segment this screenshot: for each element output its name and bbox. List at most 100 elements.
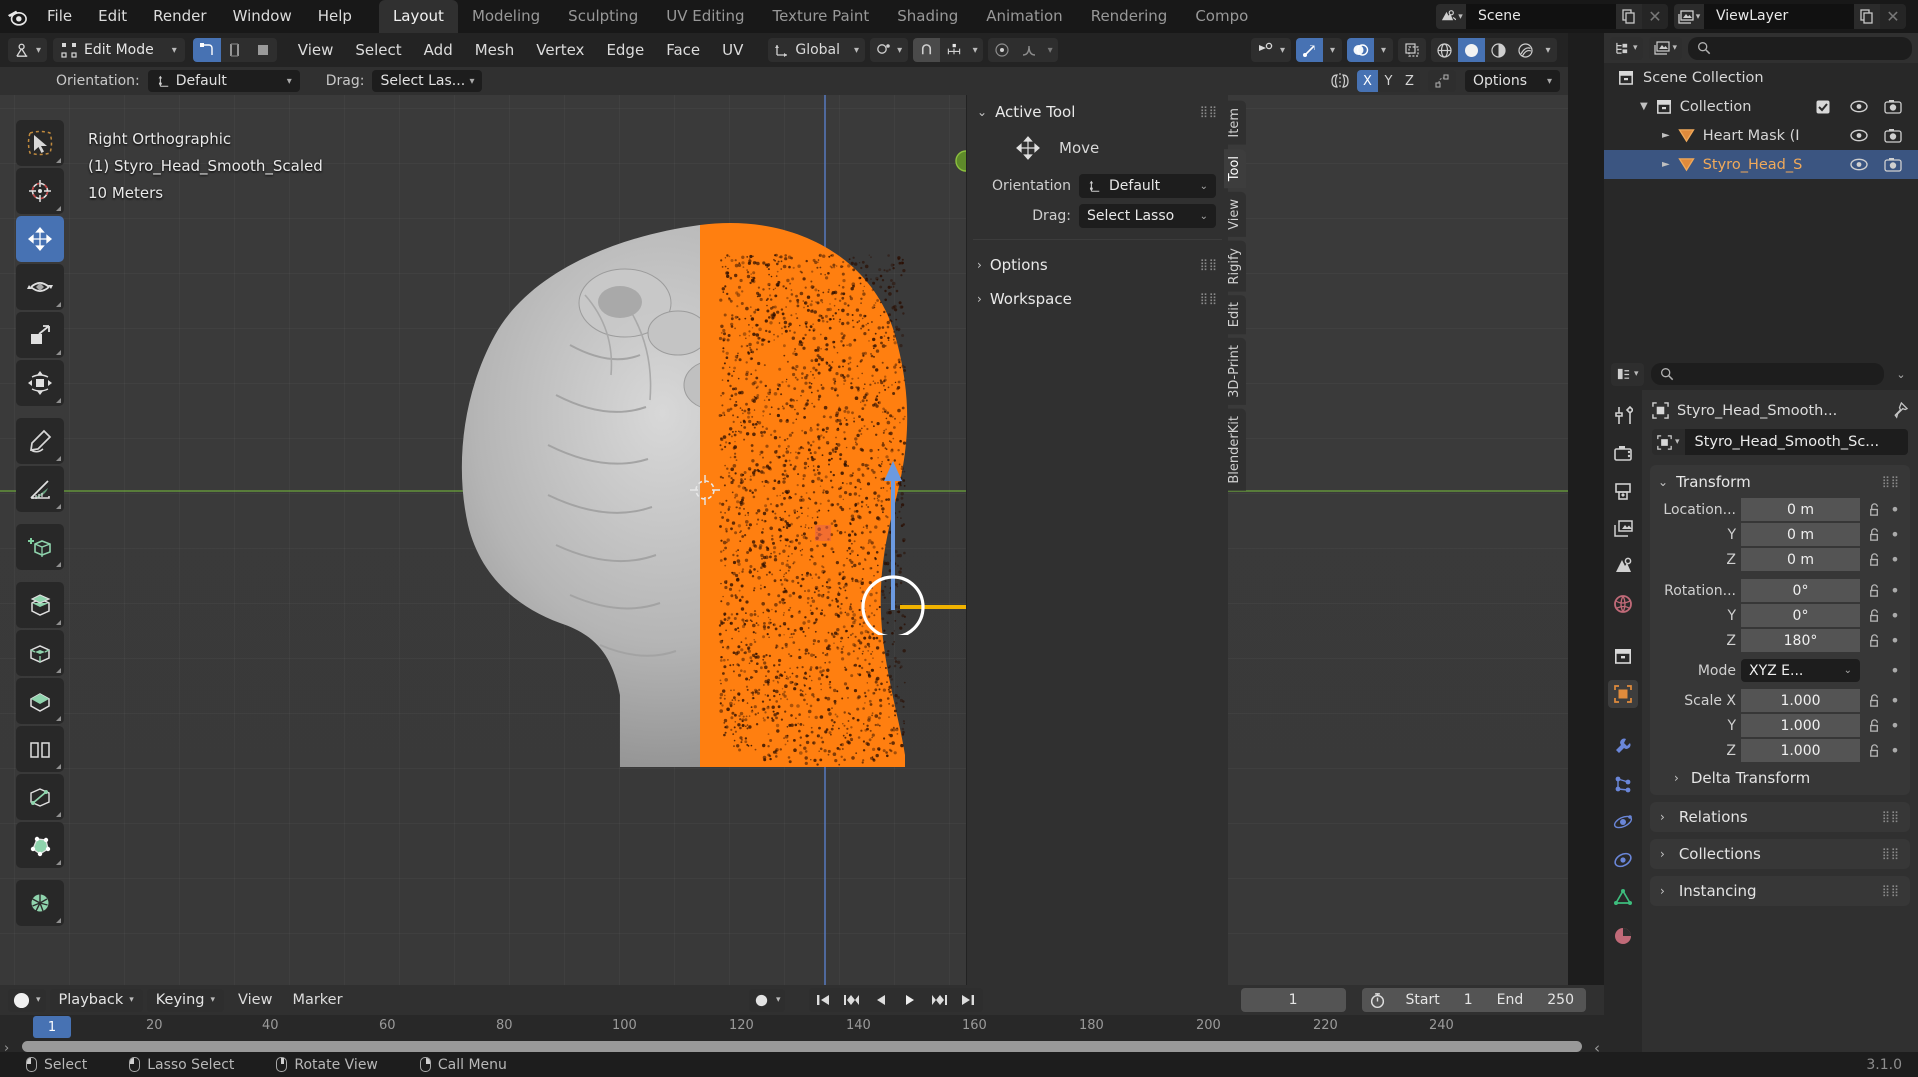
delete-viewlayer-button[interactable]: ✕ — [1880, 4, 1906, 29]
panel-collections[interactable]: ›Collections⣿⣿ — [1650, 839, 1910, 869]
viewport-menu-vertex[interactable]: Vertex — [525, 33, 595, 67]
timeline-scrollbar[interactable] — [22, 1041, 1582, 1052]
scale-2-field[interactable]: 1.000 — [1741, 739, 1860, 762]
vertex-select-icon[interactable] — [193, 38, 221, 62]
outliner-editor-type-button[interactable]: ▾ — [1610, 37, 1643, 60]
outliner-row-scene-collection[interactable]: Scene Collection — [1604, 63, 1918, 92]
keying-dropdown[interactable]: Keying ▾ — [147, 989, 224, 1012]
current-frame-field[interactable]: 1 — [1241, 988, 1346, 1012]
timeline-menu-view[interactable]: View — [228, 985, 282, 1015]
rendered-shading-icon[interactable] — [1512, 38, 1539, 62]
mirror-uv-icon[interactable] — [1428, 70, 1456, 92]
expand-right-icon[interactable]: ► — [1662, 159, 1670, 170]
expand-down-icon[interactable]: ▼ — [1640, 101, 1648, 112]
play-button[interactable] — [896, 988, 925, 1012]
prev-keyframe-button[interactable] — [838, 988, 867, 1012]
n-panel-tab-item[interactable]: Item — [1224, 101, 1246, 145]
transform-1-field[interactable]: 0 m — [1741, 523, 1860, 546]
face-select-icon[interactable] — [249, 38, 277, 62]
properties-render-tab[interactable] — [1608, 438, 1638, 466]
active-tool-panel-header[interactable]: ⌄ Active Tool ⣿⣿ — [967, 95, 1228, 129]
n-panel-tab-tool[interactable]: Tool — [1224, 149, 1246, 188]
hide-eye-icon[interactable] — [1850, 100, 1868, 113]
playback-dropdown[interactable]: Playback ▾ — [50, 989, 143, 1012]
visibility-dropdown[interactable]: ▾ — [1251, 38, 1291, 62]
scene-name[interactable]: Scene — [1466, 4, 1616, 29]
animate-dot-icon[interactable]: • — [1888, 661, 1902, 680]
properties-search-input[interactable] — [1651, 363, 1884, 385]
animate-dot-icon[interactable]: • — [1888, 691, 1902, 710]
mirror-axis-x[interactable]: X — [1357, 70, 1378, 92]
animate-dot-icon[interactable]: • — [1888, 631, 1902, 650]
blender-logo-icon[interactable] — [0, 7, 34, 27]
disable-render-camera-icon[interactable] — [1884, 157, 1902, 172]
lock-icon[interactable] — [1865, 718, 1883, 733]
outliner-search-input[interactable] — [1688, 37, 1912, 60]
properties-scene-tab[interactable] — [1608, 552, 1638, 580]
show-gizmo-icon[interactable] — [1296, 38, 1323, 62]
end-value[interactable]: 250 — [1535, 992, 1586, 1008]
menu-window[interactable]: Window — [220, 0, 305, 33]
lock-icon[interactable] — [1865, 552, 1883, 567]
viewlayer-name[interactable]: ViewLayer — [1704, 4, 1854, 29]
snap-magnet-icon[interactable] — [913, 38, 940, 62]
tool-annotate[interactable] — [16, 418, 64, 464]
new-viewlayer-button[interactable] — [1854, 4, 1880, 29]
tool-extrude-region[interactable] — [16, 582, 64, 628]
transform-orientation-dropdown[interactable]: Global ▾ — [768, 38, 865, 62]
3d-viewport[interactable]: Right Orthographic (1) Styro_Head_Smooth… — [0, 95, 1568, 985]
timeline-menu-marker[interactable]: Marker — [282, 985, 352, 1015]
auto-keying-toggle[interactable]: ▾ — [749, 989, 785, 1012]
transform-0-field[interactable]: 0 m — [1741, 498, 1860, 521]
lock-icon[interactable] — [1865, 633, 1883, 648]
viewlayer-selector[interactable]: ▾ ViewLayer ✕ — [1674, 4, 1906, 29]
workspace-tab-uv-editing[interactable]: UV Editing — [652, 0, 758, 33]
viewport-menu-mesh[interactable]: Mesh — [464, 33, 526, 67]
tool-add-cube[interactable] — [16, 524, 64, 570]
animate-dot-icon[interactable]: • — [1888, 716, 1902, 735]
grip-dots[interactable]: ⣿⣿ — [1200, 109, 1218, 115]
menu-file[interactable]: File — [34, 0, 85, 33]
menu-render[interactable]: Render — [140, 0, 219, 33]
workspace-tab-sculpting[interactable]: Sculpting — [554, 0, 652, 33]
workspace-tab-rendering[interactable]: Rendering — [1077, 0, 1182, 33]
grip-dots[interactable]: ⣿⣿ — [1882, 479, 1900, 485]
workspace-tab-layout[interactable]: Layout — [379, 0, 458, 33]
playhead[interactable]: 1 — [33, 1016, 71, 1038]
gizmo-chevron-icon[interactable]: ▾ — [1323, 38, 1342, 62]
viewport-menu-select[interactable]: Select — [344, 33, 412, 67]
jump-to-start-button[interactable] — [809, 988, 838, 1012]
start-value[interactable]: 1 — [1452, 992, 1485, 1008]
tool-loop-cut[interactable] — [16, 726, 64, 772]
object-type-button[interactable]: ▾ — [1652, 429, 1685, 455]
panel-instancing[interactable]: ›Instancing⣿⣿ — [1650, 876, 1910, 906]
mirror-axis-y[interactable]: Y — [1378, 70, 1399, 92]
mode-selector[interactable]: Edit Mode ▾ — [53, 38, 185, 62]
workspace-tab-shading[interactable]: Shading — [883, 0, 972, 33]
grip-dots[interactable]: ⣿⣿ — [1882, 851, 1900, 857]
scale-0-field[interactable]: 1.000 — [1741, 689, 1860, 712]
tool-poly-build[interactable] — [16, 822, 64, 868]
tool-spin[interactable] — [16, 880, 64, 926]
new-scene-button[interactable] — [1616, 4, 1642, 29]
grip-dots[interactable]: ⣿⣿ — [1882, 814, 1900, 820]
next-keyframe-button[interactable] — [925, 988, 954, 1012]
show-overlays-icon[interactable] — [1347, 38, 1374, 62]
disable-render-camera-icon[interactable] — [1884, 99, 1902, 114]
lock-icon[interactable] — [1865, 693, 1883, 708]
lock-icon[interactable] — [1865, 502, 1883, 517]
properties-view-layer-tab[interactable] — [1608, 514, 1638, 542]
proportional-edit-icon[interactable] — [988, 38, 1015, 62]
workspace-panel-header[interactable]: › Workspace ⣿⣿ — [967, 282, 1228, 316]
menu-edit[interactable]: Edit — [85, 0, 140, 33]
np-drag-dropdown[interactable]: Select Lasso ⌄ — [1079, 204, 1216, 228]
scene-selector[interactable]: ▾ Scene ✕ — [1436, 4, 1668, 29]
tool-cursor[interactable] — [16, 168, 64, 214]
animate-dot-icon[interactable]: • — [1888, 741, 1902, 760]
np-orientation-dropdown[interactable]: Default ⌄ — [1079, 174, 1216, 198]
outliner-row[interactable]: ▼Collection — [1604, 92, 1918, 121]
snap-dropdown-chevron-icon[interactable]: ▾ — [967, 38, 983, 62]
transform-4-field[interactable]: 0° — [1741, 604, 1860, 627]
tool-bevel[interactable] — [16, 678, 64, 724]
grip-dots[interactable]: ⣿⣿ — [1200, 296, 1218, 302]
